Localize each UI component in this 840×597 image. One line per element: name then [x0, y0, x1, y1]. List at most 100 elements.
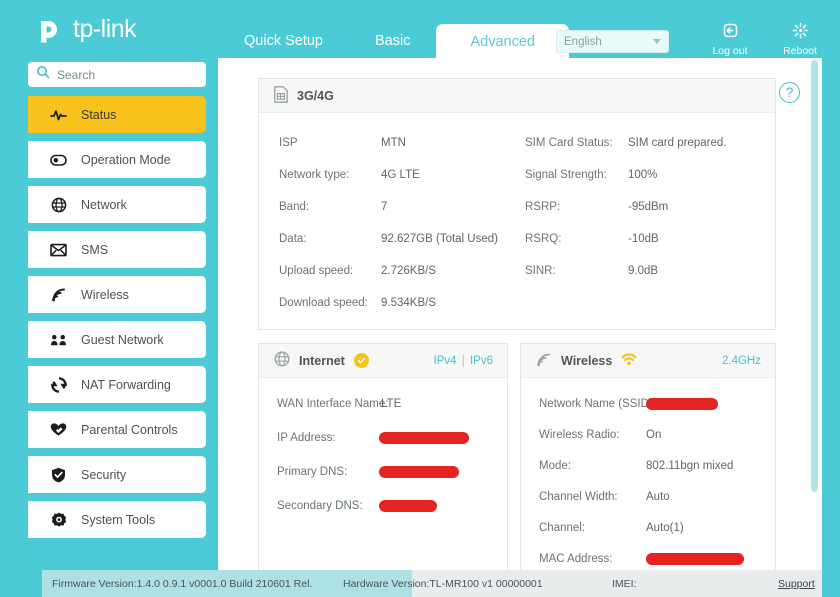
- sidebar-item-guest-network[interactable]: Guest Network: [28, 321, 206, 358]
- field-value: 2.726KB/S: [381, 265, 436, 277]
- sidebar-item-operation-mode[interactable]: Operation Mode: [28, 141, 206, 178]
- field-value: On: [646, 429, 662, 441]
- wifi-icon: [536, 352, 552, 370]
- logout-icon: [704, 21, 756, 43]
- sidebar-item-nat-forwarding[interactable]: NAT Forwarding: [28, 366, 206, 403]
- field-value: LTE: [381, 398, 402, 410]
- wifi-badge-icon: [621, 352, 637, 369]
- field-value: 7: [381, 201, 388, 213]
- sidebar-item-sms[interactable]: SMS: [28, 231, 206, 268]
- field-label: SINR:: [525, 265, 556, 277]
- wireless-status-card: Wireless 2.4GHz Network Name (SSID): Wir…: [520, 343, 776, 573]
- scrollbar-thumb[interactable]: [811, 60, 818, 492]
- field-label: Signal Strength:: [525, 169, 607, 181]
- redaction-mark: [379, 466, 459, 478]
- redaction-mark: [379, 432, 469, 444]
- sidebar-item-label: Network: [81, 197, 127, 212]
- field-value: 4G LTE: [381, 169, 420, 181]
- card-header: Wireless 2.4GHz: [521, 344, 775, 378]
- sidebar-item-label: SMS: [81, 242, 109, 257]
- field-value: 802.11bgn mixed: [646, 460, 734, 472]
- gear-icon: [50, 512, 67, 528]
- language-select[interactable]: English: [556, 30, 669, 53]
- card-title: Internet: [299, 353, 345, 368]
- field-label: Mode:: [539, 460, 571, 472]
- field-label: Network type:: [279, 169, 350, 181]
- field-label: Wireless Radio:: [539, 429, 620, 441]
- logout-button[interactable]: Log out: [704, 21, 756, 57]
- footer-right-fill: [822, 570, 840, 597]
- search-icon: [36, 65, 50, 84]
- chevron-down-icon: [653, 39, 661, 44]
- card-title: Wireless: [561, 353, 613, 368]
- tab-advanced[interactable]: Advanced: [436, 24, 569, 59]
- users-icon: [50, 333, 67, 347]
- internet-fields: WAN Interface Name: LTE IP Address: Prim…: [259, 378, 507, 512]
- help-circle-icon[interactable]: ?: [779, 82, 800, 103]
- tab-basic[interactable]: Basic: [349, 24, 436, 58]
- mobile-status-card: 3G/4G ISP MTN Network type: 4G LTE Band:…: [258, 78, 776, 330]
- heart-icon: [50, 422, 67, 437]
- globe-icon: [50, 197, 67, 213]
- wireless-fields: Network Name (SSID): Wireless Radio: On …: [521, 378, 775, 565]
- sidebar-item-label: Security: [81, 467, 127, 482]
- pulse-icon: [50, 108, 67, 122]
- tplink-logo-text: tp-link: [73, 14, 137, 43]
- support-link[interactable]: Support: [778, 578, 815, 590]
- field-value: SIM card prepared.: [628, 137, 727, 149]
- field-label: SIM Card Status:: [525, 137, 613, 149]
- ipv6-link[interactable]: IPv6: [470, 355, 493, 367]
- field-value: 9.534KB/S: [381, 297, 436, 309]
- envelope-icon: [50, 243, 67, 257]
- field-label: Secondary DNS:: [277, 500, 363, 512]
- sidebar-item-label: Operation Mode: [81, 152, 171, 167]
- sidebar-item-label: Guest Network: [81, 332, 164, 347]
- reboot-button[interactable]: Reboot: [774, 21, 826, 57]
- reboot-icon: [774, 21, 826, 43]
- field-label: RSRP:: [525, 201, 561, 213]
- sidebar: Status Operation Mode Network: [0, 58, 218, 570]
- sim-card-icon: [274, 85, 288, 106]
- tab-quick-setup[interactable]: Quick Setup: [218, 24, 349, 58]
- sidebar-item-label: Status: [81, 107, 117, 122]
- footer-left-fill: [0, 570, 42, 597]
- field-label: Primary DNS:: [277, 466, 348, 478]
- logout-label: Log out: [712, 45, 748, 57]
- card-title: 3G/4G: [297, 88, 334, 103]
- field-label: Download speed:: [279, 297, 368, 309]
- search-box[interactable]: [28, 62, 206, 87]
- internet-status-card: Internet IPv4 | IPv6 WAN Interface Name:…: [258, 343, 508, 573]
- tplink-logo: tp-link: [33, 12, 137, 46]
- app-header: tp-link Quick Setup Basic Advanced Engli…: [0, 0, 840, 59]
- field-label: ISP: [279, 137, 298, 149]
- sidebar-item-network[interactable]: Network: [28, 186, 206, 223]
- field-value: 9.0dB: [628, 265, 659, 277]
- sidebar-item-system-tools[interactable]: System Tools: [28, 501, 206, 538]
- sidebar-item-status[interactable]: Status: [28, 96, 206, 133]
- sidebar-item-parental-controls[interactable]: Parental Controls: [28, 411, 206, 448]
- link-separator: |: [461, 354, 465, 367]
- field-label: MAC Address:: [539, 553, 613, 565]
- ipv4-link[interactable]: IPv4: [434, 355, 457, 367]
- sidebar-item-security[interactable]: Security: [28, 456, 206, 493]
- wifi-icon: [50, 287, 67, 302]
- wireless-band-label[interactable]: 2.4GHz: [722, 355, 775, 367]
- field-label: Network Name (SSID):: [539, 398, 656, 410]
- field-value: MTN: [381, 137, 406, 149]
- field-label: RSRQ:: [525, 233, 562, 245]
- field-label: Upload speed:: [279, 265, 354, 277]
- sidebar-item-label: Wireless: [81, 287, 129, 302]
- sidebar-item-label: NAT Forwarding: [81, 377, 171, 392]
- field-value: 100%: [628, 169, 658, 181]
- card-header: Internet IPv4 | IPv6: [259, 344, 507, 378]
- field-label: Channel:: [539, 522, 586, 534]
- sidebar-item-label: System Tools: [81, 512, 156, 527]
- content-area: ? 3G/4G ISP MTN Network type: 4G LTE Ban…: [218, 58, 822, 573]
- search-input[interactable]: [57, 67, 187, 82]
- refresh-icon: [50, 376, 67, 393]
- tplink-logo-icon: [33, 12, 67, 46]
- sidebar-item-label: Parental Controls: [81, 422, 178, 437]
- sidebar-item-wireless[interactable]: Wireless: [28, 276, 206, 313]
- redaction-mark: [379, 500, 437, 512]
- field-label: Channel Width:: [539, 491, 618, 503]
